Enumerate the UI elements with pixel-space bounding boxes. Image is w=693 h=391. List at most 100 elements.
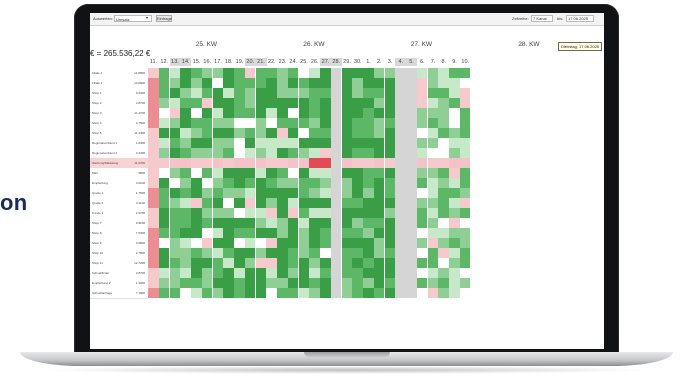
- heatmap-cell[interactable]: [255, 238, 266, 248]
- heatmap-cell[interactable]: [212, 108, 223, 118]
- heatmap-cell[interactable]: [363, 68, 374, 78]
- heatmap-cell[interactable]: [287, 178, 299, 188]
- heatmap-cell[interactable]: [341, 68, 352, 78]
- heatmap-cell[interactable]: [244, 208, 256, 218]
- heatmap-cell[interactable]: [427, 268, 438, 278]
- heatmap-cell[interactable]: [330, 168, 342, 178]
- heatmap-cell[interactable]: [395, 158, 406, 168]
- heatmap-cell[interactable]: [266, 78, 277, 88]
- heatmap-cell[interactable]: [298, 208, 309, 218]
- heatmap-cell[interactable]: [180, 128, 191, 138]
- heatmap-cell[interactable]: [309, 138, 320, 148]
- heatmap-cell[interactable]: [427, 148, 438, 158]
- heatmap-cell[interactable]: [341, 248, 352, 258]
- heatmap-cell[interactable]: [352, 278, 363, 288]
- heatmap-cell[interactable]: [180, 208, 191, 218]
- heatmap-cell[interactable]: [298, 288, 309, 298]
- heatmap-cell[interactable]: [169, 228, 180, 238]
- heatmap-cell[interactable]: [298, 218, 309, 228]
- heatmap-cell[interactable]: [255, 78, 266, 88]
- heatmap-cell[interactable]: [309, 208, 320, 218]
- heatmap-cell[interactable]: [363, 98, 374, 108]
- heatmap-cell[interactable]: [277, 208, 288, 218]
- heatmap-cell[interactable]: [363, 208, 374, 218]
- heatmap-cell[interactable]: [449, 218, 460, 228]
- heatmap-cell[interactable]: [427, 218, 438, 228]
- heatmap-cell[interactable]: [427, 88, 438, 98]
- heatmap-cell[interactable]: [223, 138, 234, 148]
- heatmap-cell[interactable]: [459, 178, 471, 188]
- heatmap-cell[interactable]: [244, 248, 256, 258]
- heatmap-cell[interactable]: [330, 218, 342, 228]
- heatmap-cell[interactable]: [277, 178, 288, 188]
- heatmap-cell[interactable]: [287, 78, 299, 88]
- heatmap-cell[interactable]: [169, 118, 180, 128]
- heatmap-cell[interactable]: [244, 78, 256, 88]
- heatmap-cell[interactable]: [384, 238, 395, 248]
- heatmap-cell[interactable]: [373, 158, 385, 168]
- heatmap-cell[interactable]: [223, 108, 234, 118]
- heatmap-cell[interactable]: [341, 168, 352, 178]
- heatmap-cell[interactable]: [180, 78, 191, 88]
- heatmap-cell[interactable]: [459, 118, 471, 128]
- heatmap-cell[interactable]: [287, 248, 299, 258]
- heatmap-cell[interactable]: [373, 148, 385, 158]
- heatmap-cell[interactable]: [266, 88, 277, 98]
- heatmap-cell[interactable]: [449, 88, 460, 98]
- heatmap-cell[interactable]: [330, 178, 342, 188]
- heatmap-cell[interactable]: [191, 248, 202, 258]
- heatmap-cell[interactable]: [309, 68, 320, 78]
- heatmap-cell[interactable]: [384, 128, 395, 138]
- heatmap-cell[interactable]: [438, 98, 449, 108]
- heatmap-cell[interactable]: [191, 138, 202, 148]
- heatmap-cell[interactable]: [191, 128, 202, 138]
- heatmap-cell[interactable]: [223, 118, 234, 128]
- heatmap-cell[interactable]: [201, 248, 213, 258]
- heatmap-cell[interactable]: [416, 248, 428, 258]
- heatmap-cell[interactable]: [255, 118, 266, 128]
- heatmap-cell[interactable]: [266, 158, 277, 168]
- heatmap-cell[interactable]: [309, 78, 320, 88]
- heatmap-cell[interactable]: [244, 68, 256, 78]
- heatmap-cell[interactable]: [298, 128, 309, 138]
- heatmap-cell[interactable]: [212, 128, 223, 138]
- heatmap-cell[interactable]: [277, 78, 288, 88]
- heatmap-cell[interactable]: [201, 258, 213, 268]
- heatmap-cell[interactable]: [459, 228, 471, 238]
- heatmap-cell[interactable]: [277, 168, 288, 178]
- heatmap-cell[interactable]: [438, 268, 449, 278]
- heatmap-cell[interactable]: [406, 218, 417, 228]
- heatmap-cell[interactable]: [406, 248, 417, 258]
- heatmap-cell[interactable]: [341, 128, 352, 138]
- heatmap-cell[interactable]: [363, 108, 374, 118]
- heatmap-cell[interactable]: [298, 158, 309, 168]
- heatmap-cell[interactable]: [158, 188, 170, 198]
- heatmap-cell[interactable]: [158, 218, 170, 228]
- heatmap-cell[interactable]: [169, 158, 180, 168]
- heatmap-cell[interactable]: [287, 278, 299, 288]
- heatmap-cell[interactable]: [330, 238, 342, 248]
- heatmap-cell[interactable]: [438, 178, 449, 188]
- heatmap-cell[interactable]: [158, 128, 170, 138]
- heatmap-cell[interactable]: [427, 78, 438, 88]
- heatmap-cell[interactable]: [266, 288, 277, 298]
- heatmap-cell[interactable]: [341, 78, 352, 88]
- heatmap-cell[interactable]: [277, 128, 288, 138]
- heatmap-cell[interactable]: [287, 198, 299, 208]
- heatmap-cell[interactable]: [384, 78, 395, 88]
- heatmap-cell[interactable]: [416, 258, 428, 268]
- heatmap-cell[interactable]: [180, 98, 191, 108]
- heatmap-cell[interactable]: [266, 238, 277, 248]
- heatmap-cell[interactable]: [234, 238, 245, 248]
- heatmap-cell[interactable]: [266, 138, 277, 148]
- heatmap-cell[interactable]: [169, 248, 180, 258]
- heatmap-cell[interactable]: [158, 158, 170, 168]
- heatmap-cell[interactable]: [255, 88, 266, 98]
- heatmap-cell[interactable]: [363, 228, 374, 238]
- heatmap-cell[interactable]: [234, 278, 245, 288]
- heatmap-cell[interactable]: [427, 278, 438, 288]
- heatmap-cell[interactable]: [363, 238, 374, 248]
- heatmap-cell[interactable]: [309, 238, 320, 248]
- apply-button[interactable]: Einfrage: [156, 15, 172, 22]
- heatmap-cell[interactable]: [363, 258, 374, 268]
